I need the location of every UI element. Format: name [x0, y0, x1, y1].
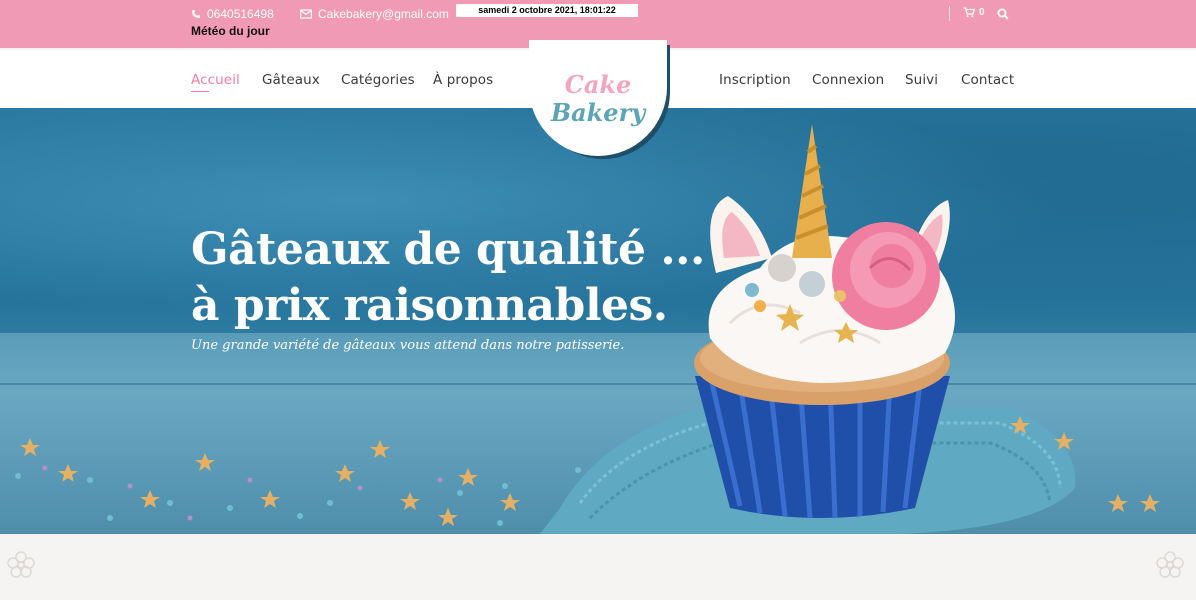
weather-link[interactable]: Météo du jour: [191, 24, 270, 38]
search-button[interactable]: [997, 7, 1009, 25]
hero-title-line1: Gâteaux de qualité ...: [191, 224, 705, 275]
phone-number: 0640516498: [207, 7, 274, 21]
nav-accueil[interactable]: Accueil: [191, 72, 240, 88]
nav-a-propos[interactable]: À propos: [433, 72, 493, 88]
logo-text-cake: Cake: [564, 70, 632, 99]
flower-decoration-icon: [7, 551, 35, 578]
logo-text-bakery: Bakery: [550, 98, 646, 127]
email-contact[interactable]: Cakebakery@gmail.com: [300, 7, 449, 21]
date-time-display: samedi 2 octobre 2021, 18:01:22: [456, 4, 638, 17]
phone-contact[interactable]: 0640516498: [191, 7, 274, 21]
nav-suivi[interactable]: Suivi: [905, 72, 938, 88]
topbar-divider: [949, 6, 950, 21]
hero-subtitle: Une grande variété de gâteaux vous atten…: [191, 338, 625, 353]
nav-categories[interactable]: Catégories: [341, 72, 415, 88]
hero-title-line2: à prix raisonnables.: [191, 280, 668, 331]
flower-decoration-icon: [1156, 551, 1184, 578]
hero-banner: Gâteaux de qualité ... à prix raisonnabl…: [0, 108, 1196, 534]
cart-button[interactable]: 0: [963, 7, 985, 18]
hero-title: Gâteaux de qualité ... à prix raisonnabl…: [191, 222, 751, 334]
nav-contact[interactable]: Contact: [961, 72, 1014, 88]
nav-gateaux[interactable]: Gâteaux: [262, 72, 320, 88]
mail-icon: [300, 9, 312, 19]
nav-connexion[interactable]: Connexion: [812, 72, 884, 88]
search-icon: [997, 8, 1009, 20]
cart-count: 0: [979, 7, 985, 18]
active-nav-underline: [191, 91, 209, 92]
email-address: Cakebakery@gmail.com: [318, 7, 449, 21]
phone-icon: [192, 10, 200, 18]
cart-icon: [963, 7, 975, 18]
content-section-top: [0, 534, 1196, 600]
nav-inscription[interactable]: Inscription: [719, 72, 791, 88]
